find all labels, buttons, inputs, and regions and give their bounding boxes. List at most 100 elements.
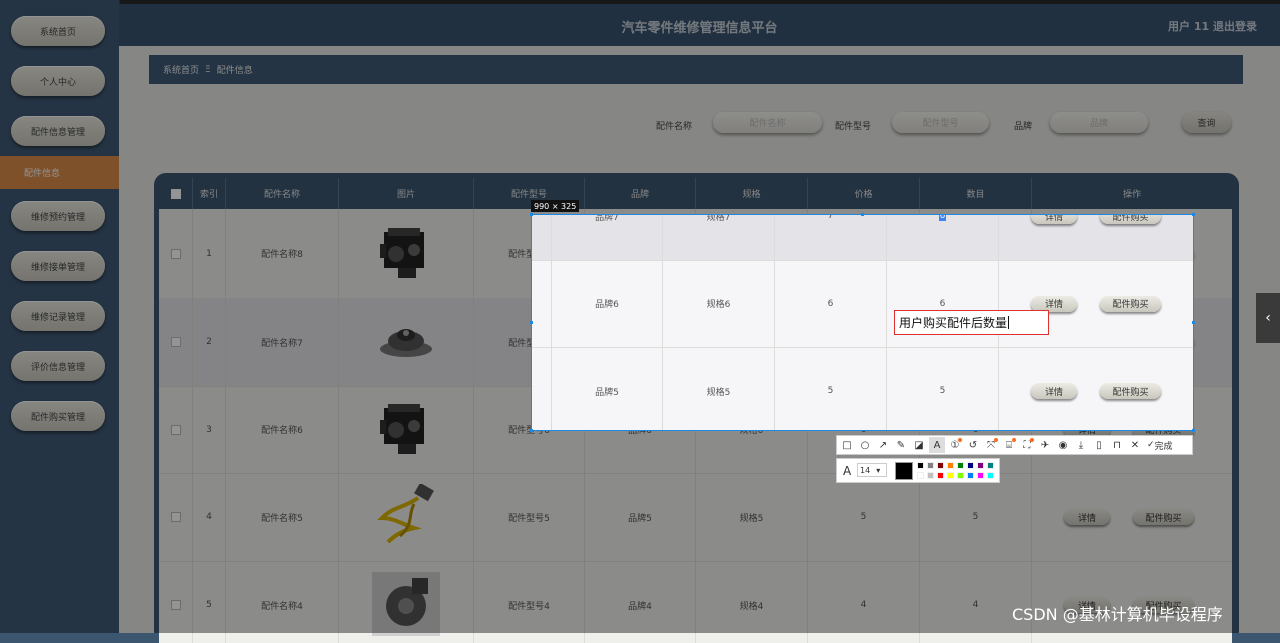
brand-input[interactable]: 品牌 xyxy=(1050,112,1148,133)
resize-handle-r[interactable] xyxy=(1192,321,1195,324)
resize-handle-bl[interactable] xyxy=(530,429,533,432)
annotation-text-box[interactable]: 用户购买配件后数量 xyxy=(894,310,1049,335)
buy-part-button[interactable]: 配件购买 xyxy=(1100,383,1161,399)
sidebar-item-repair-orders[interactable]: 维修接单管理 xyxy=(11,251,105,281)
detail-button[interactable]: 详情 xyxy=(1031,215,1077,224)
font-size-select[interactable]: 14 ▾ xyxy=(857,463,887,477)
record-icon[interactable]: ◉ xyxy=(1055,437,1071,453)
text-caret xyxy=(1008,316,1010,329)
table-row: 3配件名称6配件型号6品牌6规格666详情配件购买 xyxy=(532,260,1193,348)
pen-tool-icon[interactable]: ✎ xyxy=(893,437,909,453)
color-swatch[interactable] xyxy=(947,462,954,469)
number-marker-icon[interactable]: ① xyxy=(947,437,963,453)
color-swatch[interactable] xyxy=(977,462,984,469)
part-name-input[interactable]: 配件名称 xyxy=(713,112,822,133)
sidebar-item-parts-purchase[interactable]: 配件购买管理 xyxy=(11,401,105,431)
chevron-left-icon: ‹ xyxy=(1265,310,1271,326)
check-icon: ✓ xyxy=(1147,440,1155,450)
sidebar-item-repair-booking[interactable]: 维修预约管理 xyxy=(11,201,105,231)
color-swatch[interactable] xyxy=(917,472,924,479)
image-cell xyxy=(339,386,474,473)
annotation-text: 用户购买配件后数量 xyxy=(899,316,1008,330)
sidebar-item-parts-management[interactable]: 配件信息管理 xyxy=(11,116,105,146)
row-checkbox[interactable] xyxy=(170,512,181,522)
brand-label: 品牌 xyxy=(1014,122,1033,132)
row-checkbox[interactable] xyxy=(170,337,181,347)
color-swatch[interactable] xyxy=(987,472,994,479)
new-badge xyxy=(994,438,998,442)
count-cell: 5 xyxy=(887,347,999,430)
sidebar-item-reviews[interactable]: 评价信息管理 xyxy=(11,351,105,381)
color-swatch[interactable] xyxy=(937,472,944,479)
app-title: 汽车零件维修管理信息平台 xyxy=(621,21,778,36)
color-swatch[interactable] xyxy=(977,472,984,479)
color-swatch[interactable] xyxy=(987,462,994,469)
rectangle-tool-icon[interactable]: □ xyxy=(839,437,855,453)
sidebar-item-repair-records[interactable]: 维修记录管理 xyxy=(11,301,105,331)
price-cell: 4 xyxy=(808,561,920,643)
engine-icon xyxy=(374,220,438,287)
image-cell xyxy=(339,209,474,298)
sidebar-item-personal-center[interactable]: 个人中心 xyxy=(11,66,105,96)
index-cell: 2 xyxy=(193,298,226,386)
part-name-cell: 配件名称6 xyxy=(226,386,339,473)
color-swatch[interactable] xyxy=(967,472,974,479)
buy-part-button[interactable]: 配件购买 xyxy=(1100,295,1161,312)
phone-icon[interactable]: ▯ xyxy=(1091,437,1107,453)
spec-cell: 规格5 xyxy=(696,473,808,561)
done-button[interactable]: ✓ 完成 xyxy=(1147,439,1173,452)
long-screenshot-icon[interactable]: ⤧ xyxy=(983,437,999,453)
query-button[interactable]: 查询 xyxy=(1182,112,1231,133)
part-model-cell: 配件型号5 xyxy=(474,473,585,561)
bookmark-icon[interactable]: ⊓ xyxy=(1109,437,1125,453)
logout-link[interactable]: 退出登录 xyxy=(1213,20,1257,33)
resize-handle-l[interactable] xyxy=(530,321,533,324)
sidebar-item-home[interactable]: 系统首页 xyxy=(11,16,105,46)
buy-part-button[interactable]: 配件购买 xyxy=(1100,215,1161,224)
resize-handle-tl[interactable] xyxy=(530,213,533,216)
close-icon[interactable]: ✕ xyxy=(1127,437,1143,453)
undo-icon[interactable]: ↺ xyxy=(965,437,981,453)
ocr-icon[interactable]: ⌸ xyxy=(1001,437,1017,453)
select-all-checkbox[interactable] xyxy=(170,188,181,199)
resize-handle-t[interactable] xyxy=(861,213,864,216)
breadcrumb-home[interactable]: 系统首页 xyxy=(163,63,199,76)
arrow-tool-icon[interactable]: ↗ xyxy=(875,437,891,453)
text-tool-icon[interactable]: A xyxy=(929,437,945,453)
color-swatch[interactable] xyxy=(957,462,964,469)
row-checkbox[interactable] xyxy=(170,600,181,610)
row-checkbox[interactable] xyxy=(170,248,181,259)
color-swatch[interactable] xyxy=(927,472,934,479)
collapse-panel-button[interactable]: ‹ xyxy=(1256,293,1280,343)
resize-handle-br[interactable] xyxy=(1192,429,1195,432)
breadcrumb: 系统首页 Ξ 配件信息 xyxy=(149,55,1243,84)
translate-icon[interactable]: ⛶ xyxy=(1019,437,1035,453)
circle-tool-icon[interactable]: ○ xyxy=(857,437,873,453)
part-model-input[interactable]: 配件型号 xyxy=(892,112,989,133)
pin-icon[interactable]: ✈ xyxy=(1037,437,1053,453)
buy-part-button[interactable]: 配件购买 xyxy=(1133,509,1194,525)
spec-cell: 规格5 xyxy=(663,347,775,430)
detail-button[interactable]: 详情 xyxy=(1064,509,1110,525)
oil-pour-icon xyxy=(374,482,438,551)
index-cell: 1 xyxy=(193,209,226,298)
brand-cell: 品牌5 xyxy=(585,473,696,561)
count-cell: 5 xyxy=(920,473,1032,561)
col-name: 配件名称 xyxy=(226,178,339,209)
download-icon[interactable]: ⤓ xyxy=(1073,437,1089,453)
sidebar-item-parts-info[interactable]: 配件信息 xyxy=(0,156,119,189)
row-checkbox[interactable] xyxy=(170,424,181,435)
capture-region[interactable]: 1配件名称8配件型号8品牌8规格888详情配件购买2配件名称7配件型号7品牌7规… xyxy=(531,214,1194,431)
mosaic-tool-icon[interactable]: ◪ xyxy=(911,437,927,453)
brand-cell: 品牌5 xyxy=(552,347,663,430)
detail-button[interactable]: 详情 xyxy=(1031,383,1077,399)
color-swatch[interactable] xyxy=(917,462,924,469)
resize-handle-tr[interactable] xyxy=(1192,213,1195,216)
color-swatch[interactable] xyxy=(927,462,934,469)
color-swatch[interactable] xyxy=(957,472,964,479)
current-color-swatch[interactable] xyxy=(895,462,913,480)
color-swatch[interactable] xyxy=(947,472,954,479)
color-swatch[interactable] xyxy=(937,462,944,469)
color-swatch[interactable] xyxy=(967,462,974,469)
spec-cell: 规格7 xyxy=(663,215,775,260)
